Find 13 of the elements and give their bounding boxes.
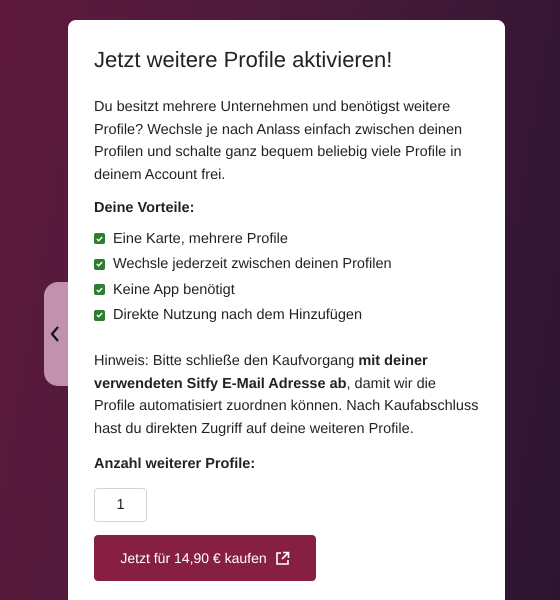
quantity-label: Anzahl weiterer Profile: [94, 456, 256, 472]
benefit-text: Wechsle jederzeit zwischen deinen Profilen [113, 256, 392, 272]
note-text: Hinweis: Bitte schließe den Kaufvorgang mit deiner verwendeten Sitfy E-Mail Adresse ab, damit wir die Profile automatisiert zuordnen können. Nach Kaufabschluss hast du direkten Zugriff auf deine weiteren Profile. [94, 352, 479, 438]
quantity-field[interactable]: 1 [94, 488, 147, 522]
buy-button[interactable]: Jetzt für 14,90 € kaufen [94, 535, 316, 581]
benefit-text: Eine Karte, mehrere Profile [113, 230, 288, 247]
intro-text: Du besitzt mehrere Unternehmen und benötigst weitere Profile? Wechsle je nach Anlass einfach zwischen deinen Profilen und schalte ganz bequem beliebig viele Profile in deinem Account frei. [94, 98, 464, 184]
external-link-icon [274, 550, 290, 566]
benefits-heading: Deine Vorteile: [94, 200, 196, 216]
dialog-title: Jetzt weitere Profile aktivieren! [94, 46, 394, 74]
benefit-text: Direkte Nutzung nach dem Hinzufügen [113, 307, 362, 324]
chevron-left-icon [50, 326, 60, 342]
benefit-text: Keine App benötigt [113, 282, 235, 298]
